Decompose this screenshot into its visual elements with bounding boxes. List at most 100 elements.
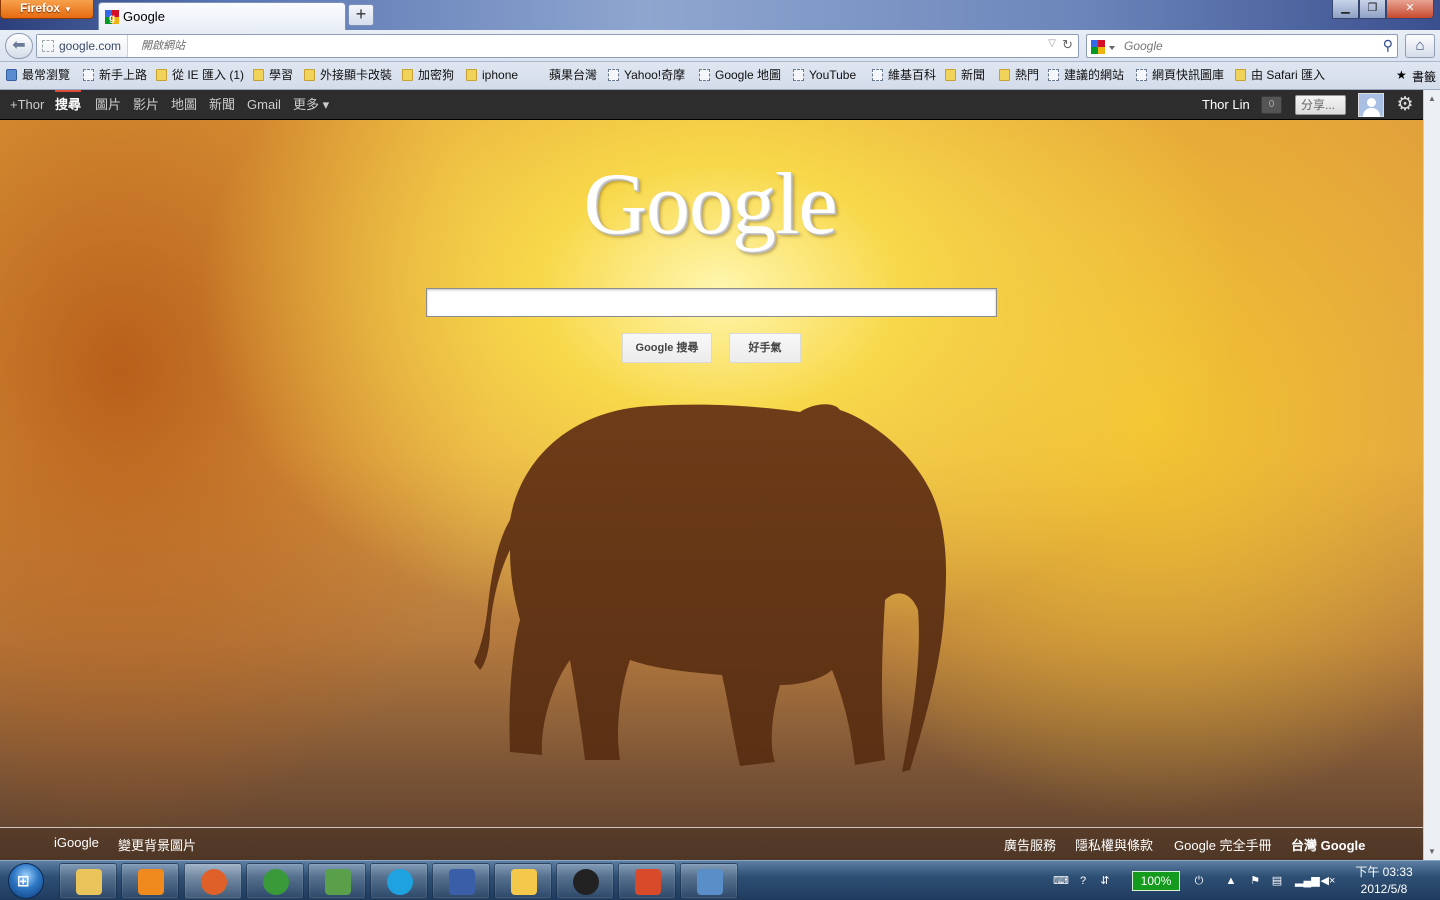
bookmark-item[interactable]: 由 Safari 匯入 (1235, 68, 1325, 83)
bookmark-item[interactable]: 建議的網站 (1048, 68, 1124, 83)
google-search-button[interactable]: Google 搜尋 (622, 333, 712, 363)
bookmark-item[interactable]: 新手上路 (83, 68, 147, 83)
firefox-menu-button[interactable]: Firefox ▼ (0, 0, 94, 19)
search-icon[interactable]: ⚲ (1383, 37, 1393, 54)
tray-expand-icon[interactable]: ⇵ (1097, 873, 1113, 889)
gbar-item-search[interactable]: 搜尋 (55, 90, 82, 120)
action-center-flag-icon[interactable]: ⚑ (1247, 873, 1263, 889)
most-visited-icon (6, 69, 17, 81)
bookmark-label: Google 地圖 (715, 68, 782, 82)
taskbar-app-button[interactable] (680, 863, 738, 899)
elephant-background-image (474, 404, 947, 772)
footer-link-about-google[interactable]: Google 完全手冊 (1174, 835, 1272, 854)
footer-link-igoogle[interactable]: iGoogle (54, 835, 99, 850)
taskbar-app-button[interactable] (59, 863, 117, 899)
bookmark-item[interactable]: 外接顯卡改裝 (304, 68, 392, 83)
taskbar-app-button[interactable] (618, 863, 676, 899)
infinity-app-icon (449, 869, 475, 895)
home-button[interactable]: ⌂ (1405, 34, 1435, 58)
browser-search-input[interactable]: Google (1124, 35, 1163, 57)
search-input[interactable] (426, 288, 997, 317)
bookmark-item[interactable]: 從 IE 匯入 (1) (156, 68, 244, 83)
scroll-down-icon[interactable]: ▼ (1424, 843, 1440, 860)
url-dropdown-icon[interactable]: ▽ (1048, 38, 1056, 49)
browser-search-bar[interactable]: Google ⚲ (1086, 34, 1398, 58)
new-tab-button[interactable]: + (348, 4, 374, 26)
back-button[interactable]: ⬅ (5, 33, 33, 59)
gbar-item-news[interactable]: 新聞 (209, 90, 235, 120)
star-icon: ★ (1395, 68, 1407, 82)
bookmark-item[interactable]: YouTube (793, 68, 856, 83)
bookmark-item[interactable]: 蘋果台灣 (533, 68, 597, 83)
bookmark-item[interactable]: 加密狗 (402, 68, 454, 83)
taskbar-app-button[interactable] (556, 863, 614, 899)
search-engine-icon[interactable] (1091, 39, 1117, 55)
gbar-item-gmail[interactable]: Gmail (247, 90, 281, 120)
minimize-button[interactable]: ▁ (1332, 0, 1359, 19)
user-name[interactable]: Thor Lin (1202, 90, 1250, 120)
maximize-button[interactable]: ❐ (1359, 0, 1386, 19)
bookmark-label: 新手上路 (99, 68, 148, 82)
bookmark-item[interactable]: iphone (466, 68, 518, 83)
power-plug-icon[interactable]: ⏻ (1191, 873, 1207, 889)
gbar-item-plus[interactable]: +Thor (10, 90, 44, 120)
taskbar-app-button[interactable] (370, 863, 428, 899)
url-input[interactable]: 開啟網站 (141, 35, 185, 57)
taskbar-app-button[interactable] (494, 863, 552, 899)
feeling-lucky-button[interactable]: 好手氣 (729, 333, 801, 363)
bookmark-item[interactable]: 最常瀏覽 (6, 68, 70, 83)
taskbar-app-button[interactable] (432, 863, 490, 899)
footer-link-advertising[interactable]: 廣告服務 (1004, 835, 1056, 854)
start-button[interactable]: ⊞ (5, 861, 47, 900)
bookmark-item[interactable]: 熱門 (999, 68, 1039, 83)
clock-date: 2012/5/8 (1360, 882, 1408, 896)
system-clock[interactable]: 下午 03:33 2012/5/8 (1348, 864, 1420, 898)
bookmark-item[interactable]: 網頁快訊圖庫 (1136, 68, 1224, 83)
bookmark-item[interactable]: 新聞 (945, 68, 985, 83)
folder-icon (253, 69, 264, 81)
site-identity-button[interactable]: google.com (37, 35, 129, 57)
show-hidden-icons[interactable]: ▲ (1223, 873, 1239, 889)
footer-link-google-taiwan[interactable]: 台灣 Google (1291, 835, 1365, 854)
reload-icon[interactable]: ↻ (1062, 37, 1073, 53)
bookmark-item[interactable]: Yahoo!奇摩 (608, 68, 685, 83)
volume-muted-icon[interactable]: ◀× (1320, 873, 1336, 889)
page-scrollbar[interactable]: ▲ ▼ (1423, 90, 1440, 860)
gbar-item-images[interactable]: 圖片 (95, 90, 121, 120)
bookmarks-menu-button[interactable]: ★ 書籤 (1396, 68, 1436, 85)
folder-icon (304, 69, 315, 81)
bookmark-item[interactable]: 維基百科 (872, 68, 936, 83)
media-player-icon (138, 869, 164, 895)
share-box[interactable]: 分享... (1295, 95, 1346, 115)
footer-link-change-background[interactable]: 變更背景圖片 (118, 835, 196, 854)
system-tray: ⌨ ? ⇵ 100% ⏻ ▲ ⚑ ▤ ▂▄▆ ◀× 下午 03:33 2012/… (1048, 861, 1440, 900)
home-icon: ⌂ (1415, 37, 1425, 54)
page-icon (699, 69, 710, 81)
help-icon[interactable]: ? (1075, 873, 1091, 889)
url-bar[interactable]: google.com 開啟網站 ▽ ↻ (36, 34, 1079, 58)
keyboard-icon[interactable]: ⌨ (1053, 873, 1069, 889)
taskbar-app-button[interactable] (121, 863, 179, 899)
taskbar-app-button[interactable] (246, 863, 304, 899)
bookmarks-menu-label: 書籤 (1411, 70, 1436, 84)
footer-link-privacy-terms[interactable]: 隱私權與條款 (1075, 835, 1153, 854)
bookmark-label: 外接顯卡改裝 (320, 68, 393, 82)
gear-icon[interactable]: ⚙ (1393, 93, 1417, 117)
gbar-item-more[interactable]: 更多 ▾ (293, 90, 329, 120)
gbar-item-maps[interactable]: 地圖 (171, 90, 197, 120)
taskbar-app-button[interactable] (308, 863, 366, 899)
network-signal-icon[interactable]: ▂▄▆ (1295, 873, 1320, 889)
avatar[interactable] (1358, 93, 1384, 117)
page-icon (793, 69, 804, 81)
scroll-up-icon[interactable]: ▲ (1424, 90, 1440, 107)
bookmark-item[interactable]: Google 地圖 (699, 68, 781, 83)
close-button[interactable]: ✕ (1386, 0, 1434, 19)
gbar-item-videos[interactable]: 影片 (133, 90, 159, 120)
firefox-menu-label: Firefox (20, 1, 61, 15)
usb-device-icon[interactable]: ▤ (1269, 873, 1285, 889)
tab-google[interactable]: g Google (98, 2, 346, 30)
bookmark-item[interactable]: 學習 (253, 68, 293, 83)
taskbar-app-button[interactable] (184, 863, 242, 899)
battery-indicator[interactable]: 100% (1132, 871, 1180, 891)
notification-count-badge[interactable]: 0 (1261, 96, 1282, 114)
